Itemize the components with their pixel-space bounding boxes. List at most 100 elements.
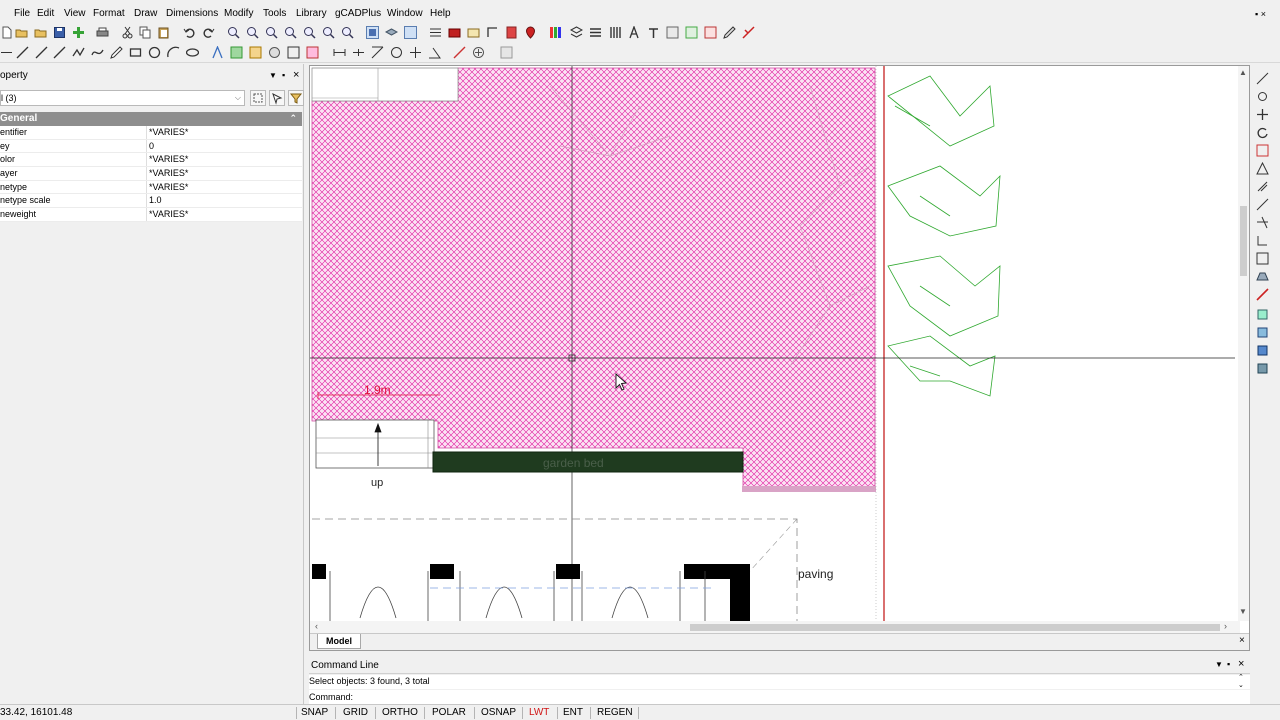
join-icon[interactable] — [1256, 326, 1269, 339]
property-row[interactable]: netype *VARIES* — [0, 180, 302, 195]
tab-model[interactable]: Model — [317, 634, 361, 649]
chamfer-icon[interactable] — [1256, 270, 1269, 283]
zoom-window-icon[interactable] — [265, 26, 278, 39]
layer-icon[interactable] — [385, 26, 398, 39]
dim-horizontal-icon[interactable] — [333, 46, 346, 59]
save-icon[interactable] — [53, 26, 66, 39]
gcad-plant-icon[interactable] — [704, 26, 717, 39]
properties-toggle-icon[interactable] — [366, 26, 379, 39]
zoom-in-icon[interactable] — [227, 26, 240, 39]
gcad-tools-icon[interactable] — [666, 26, 679, 39]
zoom-extents-icon[interactable] — [284, 26, 297, 39]
polyline-icon[interactable] — [486, 26, 499, 39]
gcad-draw-icon[interactable] — [742, 26, 755, 39]
select-objects-button[interactable] — [269, 90, 285, 106]
vertical-scroll-thumb[interactable] — [1240, 206, 1247, 276]
dropdown-arrow-icon[interactable]: ▼ — [269, 71, 277, 80]
close-icon[interactable]: × — [1238, 658, 1244, 670]
copy-object-icon[interactable] — [1256, 90, 1269, 103]
columns-icon[interactable] — [609, 26, 622, 39]
arc-icon[interactable] — [167, 46, 180, 59]
dim-angular-icon[interactable] — [268, 46, 281, 59]
ent-toggle[interactable]: ENT — [563, 707, 583, 718]
property-value[interactable]: *VARIES* — [149, 127, 188, 137]
property-value[interactable]: *VARIES* — [149, 154, 188, 164]
close-icon[interactable]: × — [293, 69, 299, 81]
property-row[interactable]: ayer *VARIES* — [0, 167, 302, 181]
ray-icon[interactable] — [35, 46, 48, 59]
steps-block-top[interactable] — [311, 67, 459, 102]
dim-continue-icon[interactable] — [352, 46, 365, 59]
text-icon[interactable] — [647, 26, 660, 39]
open-icon[interactable] — [34, 26, 47, 39]
erase-icon[interactable] — [1256, 72, 1269, 85]
quick-select-button[interactable] — [250, 90, 266, 106]
rotate-icon[interactable] — [1256, 126, 1269, 139]
ellipse-icon[interactable] — [186, 46, 199, 59]
vertical-scrollbar[interactable]: ▲ ▼ — [1238, 66, 1249, 621]
snap-toggle[interactable]: SNAP — [301, 707, 328, 718]
property-group-general[interactable]: General ⌃ — [0, 112, 302, 126]
break-icon[interactable] — [1256, 288, 1269, 301]
insert-icon[interactable] — [505, 26, 518, 39]
menu-tools[interactable]: Tools — [263, 8, 286, 19]
zoom-out-icon[interactable] — [246, 26, 259, 39]
dropdown-arrow-icon[interactable]: ▼ — [1215, 660, 1223, 669]
menu-format[interactable]: Format — [93, 8, 125, 19]
pin-icon[interactable]: ▪ — [282, 70, 285, 80]
menu-window[interactable]: Window — [387, 8, 423, 19]
osnap-toggle[interactable]: OSNAP — [481, 707, 516, 718]
property-value[interactable]: *VARIES* — [149, 209, 188, 219]
stair-box[interactable] — [315, 419, 435, 469]
zoom-previous-icon[interactable] — [322, 26, 335, 39]
toolbar-end-icon[interactable] — [500, 46, 513, 59]
dim-diameter-icon[interactable] — [390, 46, 403, 59]
fence-posts[interactable] — [312, 564, 750, 621]
ortho-toggle[interactable]: ORTHO — [382, 707, 418, 718]
horizontal-scroll-thumb[interactable] — [690, 624, 1220, 631]
property-row[interactable]: ey 0 — [0, 139, 302, 154]
polyline-draw-icon[interactable] — [72, 46, 85, 59]
property-row[interactable]: entifier *VARIES* — [0, 126, 302, 140]
marker-icon[interactable] — [524, 26, 537, 39]
color-bars-icon[interactable] — [549, 26, 562, 39]
menu-draw[interactable]: Draw — [134, 8, 157, 19]
select-toggle-icon[interactable] — [404, 26, 417, 39]
add-icon[interactable] — [72, 26, 85, 39]
scroll-down-icon[interactable]: ▼ — [1239, 607, 1247, 616]
rectangle-icon[interactable] — [129, 46, 142, 59]
dim-linear-icon[interactable] — [211, 46, 224, 59]
pin-icon[interactable]: ▪ — [1227, 659, 1230, 669]
redo-icon[interactable] — [202, 26, 215, 39]
menu-edit[interactable]: Edit — [37, 8, 54, 19]
menu-help[interactable]: Help — [430, 8, 451, 19]
new-file-icon[interactable] — [0, 26, 13, 39]
lwt-toggle[interactable]: LWT — [529, 707, 549, 718]
garden-bed-label[interactable]: garden bed — [543, 456, 604, 470]
regen-toggle[interactable]: REGEN — [597, 707, 633, 718]
scroll-up-icon[interactable]: ▲ — [1239, 68, 1247, 77]
toggle-pickadd-button[interactable] — [288, 90, 304, 106]
properties-icon[interactable] — [1256, 362, 1269, 375]
layer-states-icon[interactable] — [570, 26, 583, 39]
dim-angle-icon[interactable] — [428, 46, 441, 59]
drawing-viewport[interactable]: 1.9m garden bed up paving ▲ ▼ ‹ › Model … — [309, 65, 1250, 651]
line-icon[interactable] — [16, 46, 29, 59]
property-row[interactable]: olor *VARIES* — [0, 153, 302, 168]
command-input[interactable]: Command: — [309, 690, 1250, 704]
drawing-canvas[interactable]: 1.9m garden bed up paving — [310, 66, 1240, 621]
xline-icon[interactable] — [53, 46, 66, 59]
stretch-icon[interactable] — [306, 46, 319, 59]
menu-dimensions[interactable]: Dimensions — [166, 8, 218, 19]
collapse-icon[interactable]: ⌃ — [289, 113, 297, 124]
move-object-icon[interactable] — [1256, 108, 1269, 121]
dimension-label[interactable]: 1.9m — [364, 383, 391, 397]
offset-icon[interactable] — [1256, 180, 1269, 193]
menu-modify[interactable]: Modify — [224, 8, 253, 19]
dim-baseline-icon[interactable] — [371, 46, 384, 59]
property-row[interactable]: neweight *VARIES* — [0, 208, 302, 222]
copy-icon[interactable] — [139, 26, 152, 39]
explode-icon[interactable] — [1256, 308, 1269, 321]
gcad-pen-icon[interactable] — [723, 26, 736, 39]
horizontal-scrollbar[interactable]: ‹ › — [310, 621, 1240, 633]
